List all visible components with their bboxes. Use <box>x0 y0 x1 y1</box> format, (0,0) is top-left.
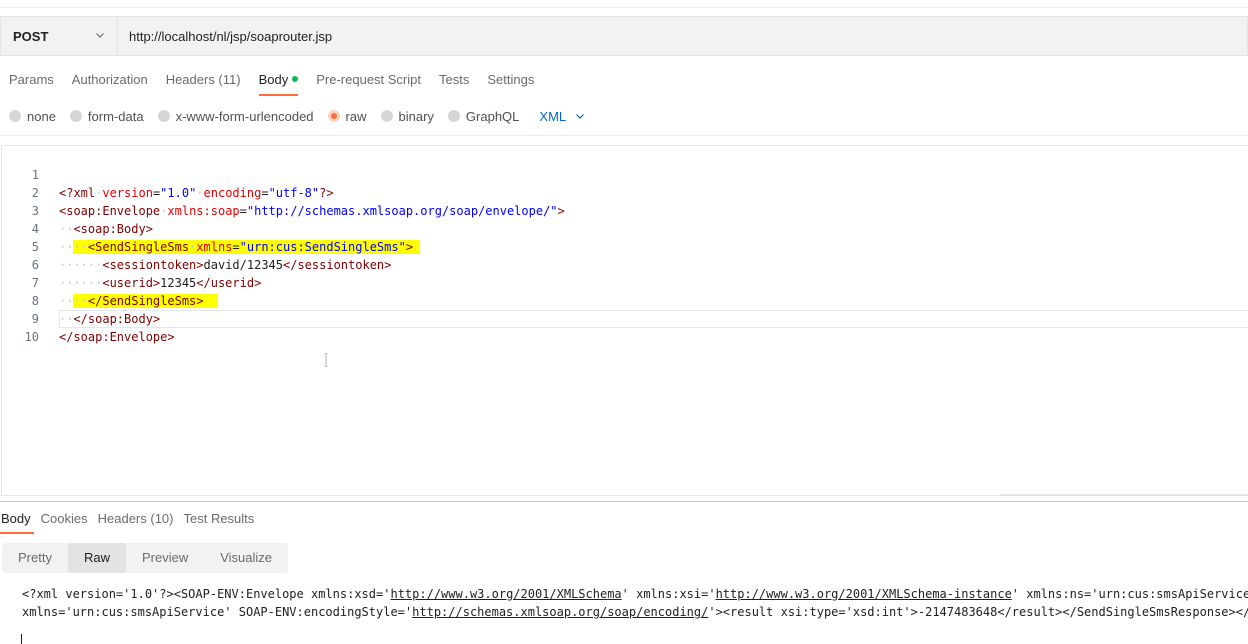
response-tab-headers[interactable]: Headers (10) <box>98 506 179 532</box>
chevron-down-icon <box>576 114 585 119</box>
tab-body[interactable]: Body <box>250 66 308 96</box>
code-line: 6 ······<userid>12345</userid> <box>31 258 262 290</box>
code-line: 3 ··<soap:Body> <box>31 204 153 236</box>
tab-authorization[interactable]: Authorization <box>63 66 157 94</box>
method-label: POST <box>13 28 49 44</box>
response-view-modes: Pretty Raw Preview Visualize <box>2 543 289 573</box>
body-type-binary[interactable]: binary <box>380 109 434 124</box>
code-line-current: 10 <box>2 310 1248 344</box>
response-body-line: <?xml version='1.0'?><SOAP-ENV:Envelope … <box>22 587 1248 601</box>
request-url-bar: POST http://localhost/nl/jsp/soaprouter.… <box>0 16 1248 56</box>
radio-icon[interactable] <box>447 110 460 122</box>
code-line: 7 ····</SendSingleSms> <box>2 256 1248 308</box>
modified-dot-icon <box>292 76 299 82</box>
tab-tests[interactable]: Tests <box>430 66 478 94</box>
text-caret <box>21 634 22 644</box>
text-cursor-icon <box>324 353 328 367</box>
code-line: 2 <soap:Envelope·xmlns:soap="http://sche… <box>31 186 565 218</box>
tab-params[interactable]: Params <box>0 66 63 94</box>
url-input[interactable]: http://localhost/nl/jsp/soaprouter.jsp <box>117 16 1248 56</box>
top-divider <box>0 7 1248 8</box>
view-mode-visualize[interactable]: Visualize <box>204 543 288 573</box>
code-text: </soap:Envelope> <box>59 330 175 344</box>
view-mode-preview[interactable]: Preview <box>126 543 204 573</box>
view-mode-raw[interactable]: Raw <box>67 543 126 573</box>
radio-icon[interactable] <box>69 110 82 122</box>
response-tab-body[interactable]: Body <box>0 506 36 534</box>
request-body-editor[interactable]: 1 <?xml·version="1.0"·encoding="utf-8"?>… <box>1 145 1248 496</box>
current-line-highlight <box>59 310 1248 328</box>
chevron-down-icon <box>96 33 104 38</box>
body-type-form-data[interactable]: form-data <box>69 109 144 124</box>
tab-pre-request-script[interactable]: Pre-request Script <box>307 66 430 94</box>
section-divider <box>0 135 1248 136</box>
radio-icon[interactable] <box>157 110 170 122</box>
response-body-line: xmlns='urn:cus:smsApiService' SOAP-ENV:e… <box>22 605 1248 619</box>
response-tab-test-results[interactable]: Test Results <box>183 506 259 532</box>
code-line: 9 </soap:Envelope> <box>31 312 175 344</box>
request-tabs: Params Authorization Headers (11) Body P… <box>0 66 543 96</box>
body-type-options: none form-data x-www-form-urlencoded raw… <box>9 104 585 128</box>
radio-icon[interactable] <box>9 110 21 122</box>
code-line: 8 ··</soap:Body> <box>31 294 161 326</box>
raw-language-label: XML <box>539 108 567 124</box>
radio-checked-icon[interactable] <box>327 110 340 122</box>
radio-icon[interactable] <box>380 110 393 122</box>
response-tabs: Body Cookies Headers (10) Test Results <box>0 506 264 534</box>
pane-resize-handle[interactable] <box>0 501 1248 502</box>
body-type-none[interactable]: none <box>9 109 56 124</box>
view-mode-pretty[interactable]: Pretty <box>2 543 68 573</box>
code-line: 1 <?xml·version="1.0"·encoding="utf-8"?> <box>31 168 334 200</box>
raw-language-select[interactable]: XML <box>539 109 585 124</box>
body-type-urlencoded[interactable]: x-www-form-urlencoded <box>157 109 314 124</box>
body-type-raw[interactable]: raw <box>327 109 367 124</box>
method-select[interactable]: POST <box>0 16 117 56</box>
body-type-graphql[interactable]: GraphQL <box>447 109 519 124</box>
tab-headers[interactable]: Headers (11) <box>157 66 250 94</box>
tab-settings[interactable]: Settings <box>478 66 543 94</box>
horizontal-scrollbar[interactable] <box>1000 494 1248 496</box>
response-tab-cookies[interactable]: Cookies <box>41 506 93 532</box>
code-line: 4 ····<SendSingleSms·xmlns="urn:cus:Send… <box>2 202 1248 254</box>
code-line: 5 ······<sessiontoken>david/12345</sessi… <box>31 240 392 272</box>
